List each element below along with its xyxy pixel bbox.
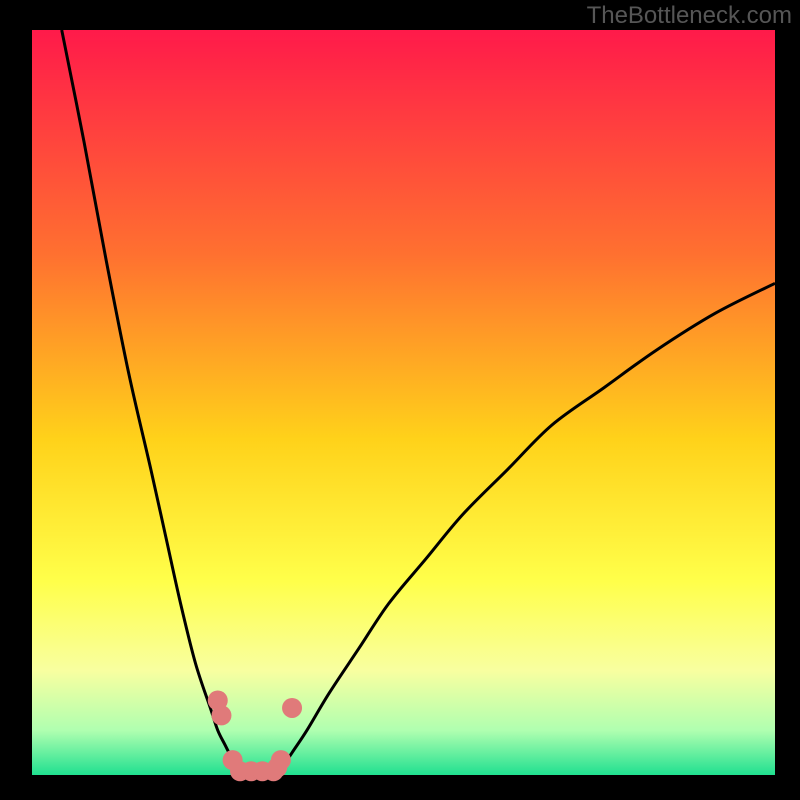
bottleneck-chart	[0, 0, 800, 800]
plot-background	[32, 30, 775, 775]
chart-container: TheBottleneck.com	[0, 0, 800, 800]
marker-point	[271, 750, 291, 770]
attribution-text: TheBottleneck.com	[587, 2, 792, 30]
marker-point	[211, 705, 231, 725]
marker-point	[282, 698, 302, 718]
